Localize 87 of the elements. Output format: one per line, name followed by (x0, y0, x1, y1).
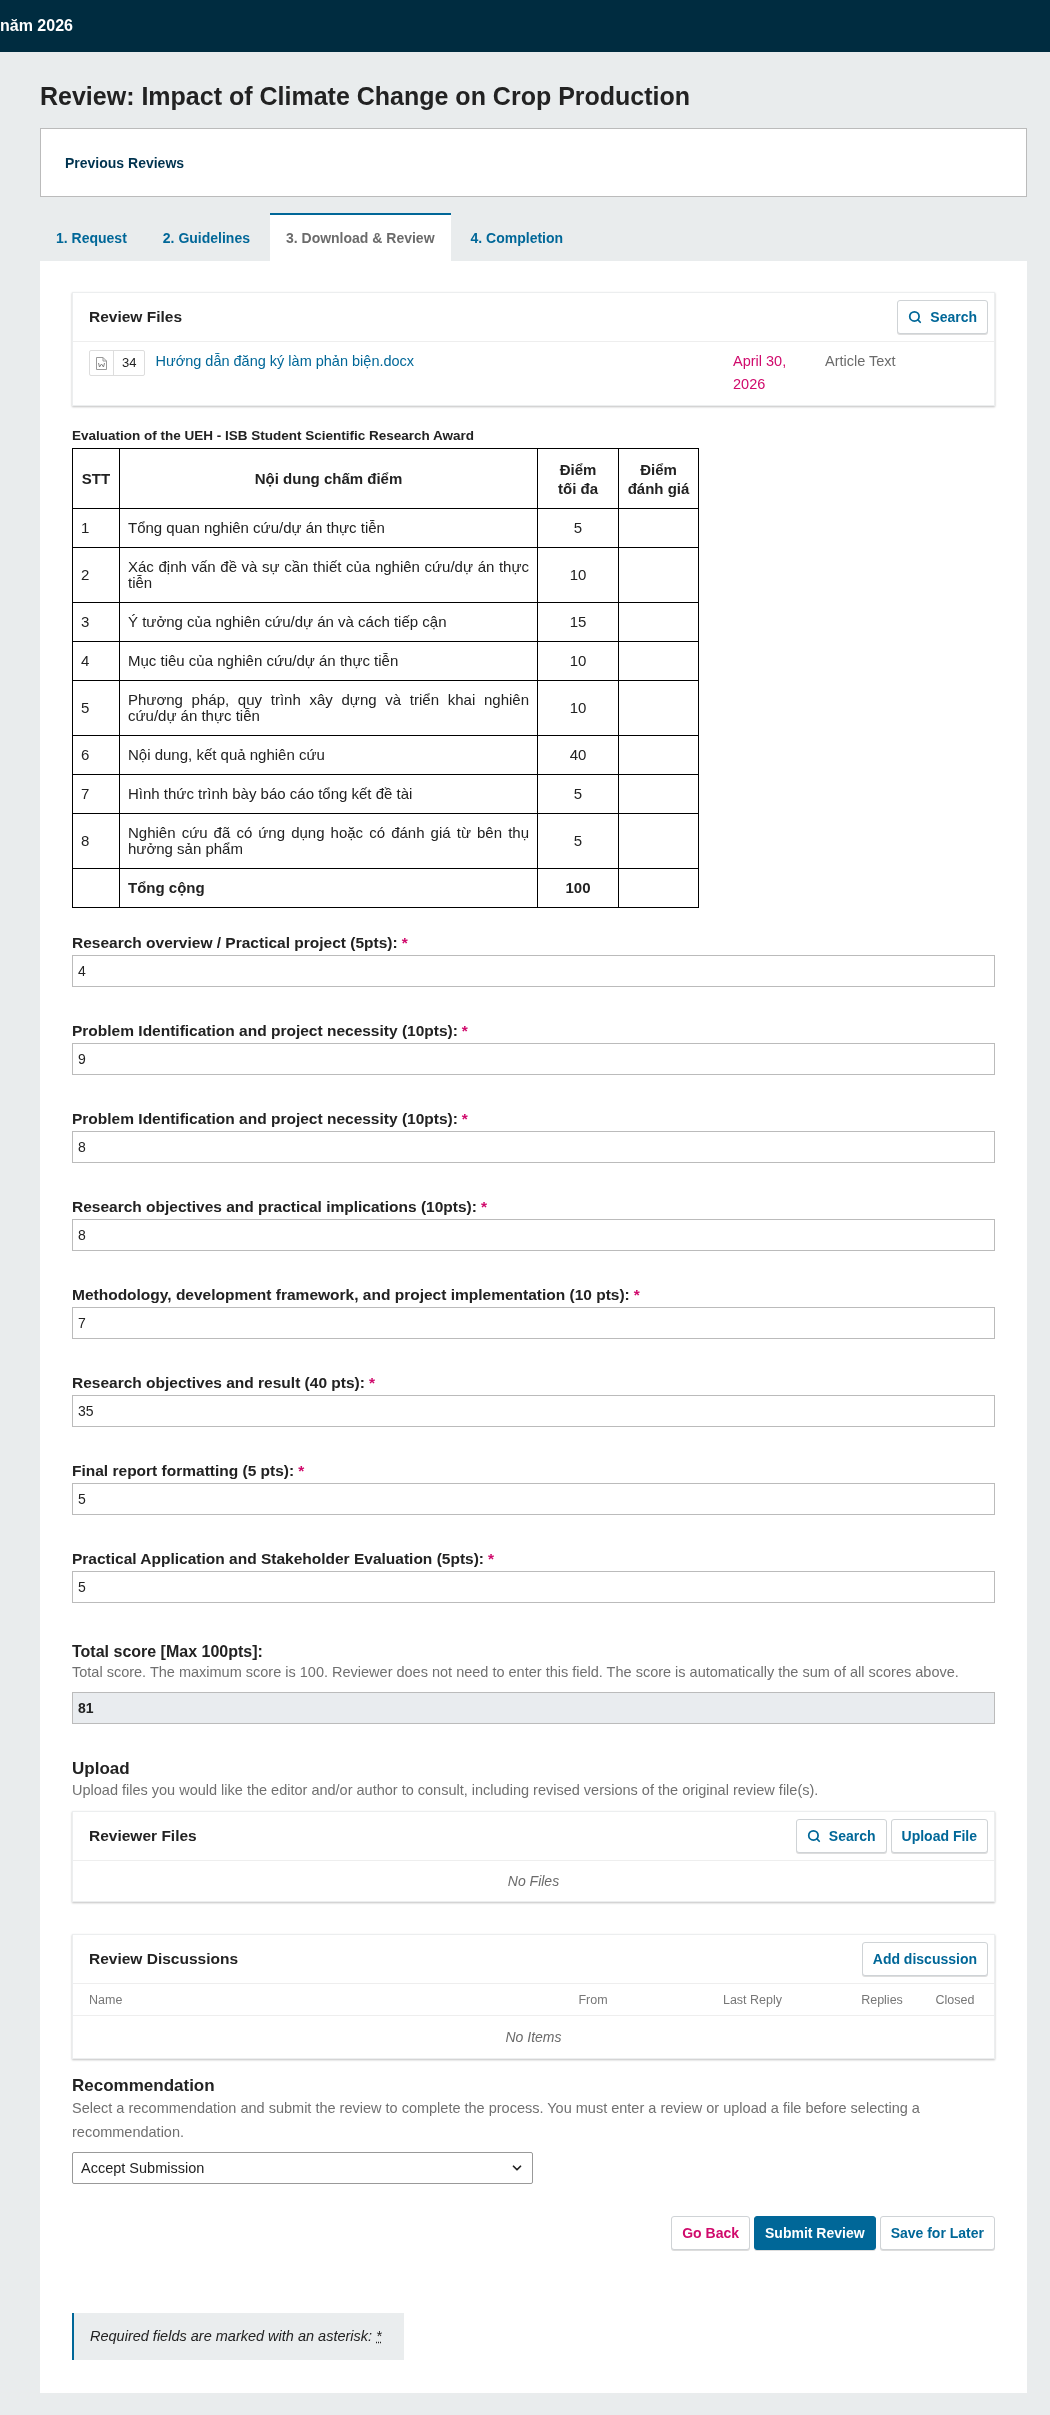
table-cell: 8 (72, 813, 120, 869)
column-header: Điểm tối đa (537, 448, 619, 509)
page-title: Review: Impact of Climate Change on Crop Production (40, 81, 692, 111)
table-cell: 5 (537, 774, 619, 814)
table-cell: 3 (72, 602, 120, 642)
table-cell: 100 (537, 868, 619, 908)
table-cell: Nội dung, kết quả nghiên cứu (119, 735, 538, 775)
card-title: Reviewer Files (89, 1827, 197, 1845)
save-button[interactable]: Save for Later (879, 2216, 995, 2250)
section-heading: Recommendation (72, 2076, 216, 2096)
table-cell: Tổng quan nghiên cứu/dự án thực tiễn (119, 508, 538, 548)
table-cell: Phương pháp, quy trình xây dựng và triển khai nghiên cứu/dự án thực tiễn (119, 680, 538, 736)
site-title: năm 2026 (0, 17, 73, 35)
score-input[interactable]: 5 (72, 1483, 995, 1515)
field-label: Practical Application and Stakeholder Evaluation (5pts): * (72, 1549, 496, 1569)
column-header: Nội dung chấm điểm (119, 448, 538, 509)
step-tab[interactable]: 4. Completion (454, 213, 580, 261)
column-header: Last Reply (721, 1992, 784, 2007)
score-input[interactable]: 9 (72, 1043, 995, 1075)
recommendation-select[interactable]: Accept Submission (72, 2152, 533, 2184)
file-type: Article Text (825, 352, 897, 371)
score-input[interactable]: 5 (72, 1571, 995, 1603)
back-button[interactable]: Go Back (671, 2216, 751, 2250)
field-label: Research overview / Practical project (5pts): * (72, 933, 409, 953)
table-cell: Tổng cộng (119, 868, 538, 908)
document-icon (96, 356, 107, 370)
table-cell: 7 (72, 774, 120, 814)
file-date: April 30, 2026 (733, 352, 788, 394)
submit-button[interactable]: Submit Review (754, 2216, 876, 2250)
table-cell: 15 (537, 602, 619, 642)
column-header: Name (89, 1992, 124, 2007)
field-label: Problem Identification and project necessity (10pts): * (72, 1021, 469, 1041)
table-cell: Xác định vấn đề và sự cần thiết của nghiên cứu/dự án thực tiễn (119, 547, 538, 603)
help-text: Upload files you would like the editor and/or author to consult, including revised versions of the original review file(s). (72, 1781, 820, 1800)
file-link[interactable]: Hướng dẫn đăng ký làm phản biện.docx (155, 350, 415, 373)
table-cell: 6 (72, 735, 120, 775)
score-input[interactable]: 8 (72, 1131, 995, 1163)
table-cell: Nghiên cứu đã có ứng dụng hoặc có đánh giá từ bên thụ hưởng sản phẩm (119, 813, 538, 869)
table-cell: Hình thức trình bày báo cáo tổng kết đề tài (119, 774, 538, 814)
card-title: Review Discussions (89, 1950, 239, 1968)
field-label: Research objectives and result (40 pts): * (72, 1373, 376, 1393)
score-input[interactable]: 8 (72, 1219, 995, 1251)
field-label: Research objectives and practical implications (10pts): * (72, 1197, 488, 1217)
search-button[interactable]: Search (897, 300, 988, 334)
add-discussion-button[interactable]: Add discussion (861, 1942, 988, 1976)
table-cell: 5 (537, 813, 619, 869)
column-header: From (577, 1992, 609, 2007)
table-cell: Ý tưởng của nghiên cứu/dự án và cách tiếp cận (119, 602, 538, 642)
table-cell: 10 (537, 680, 619, 736)
column-header: Closed (934, 1992, 976, 2007)
step-tab[interactable]: 2. Guidelines (146, 213, 266, 261)
help-text: Total score. The maximum score is 100. Reviewer does not need to enter this field. The score is automatically the sum of all scores above. (72, 1663, 960, 1682)
column-header: Điểm đánh giá (618, 448, 699, 509)
step-tab[interactable]: 1. Request (40, 213, 143, 261)
table-cell: 10 (537, 547, 619, 603)
section-heading: Upload (72, 1759, 131, 1779)
table-cell: 4 (72, 641, 120, 681)
step-tab[interactable]: 3. Download & Review (269, 213, 451, 261)
column-header: Replies (860, 1992, 904, 2007)
table-cell: Mục tiêu của nghiên cứu/dự án thực tiễn (119, 641, 538, 681)
card-title: Review Files (89, 308, 183, 326)
table-cell: 10 (537, 641, 619, 681)
field-label: Final report formatting (5 pts): * (72, 1461, 306, 1481)
file-id: 34 (121, 354, 138, 372)
table-cell: 40 (537, 735, 619, 775)
total-score-input[interactable]: 81 (72, 1692, 995, 1724)
empty-message: No Items (505, 2029, 562, 2045)
upload-button[interactable]: Upload File (890, 1819, 988, 1853)
table-cell: 2 (72, 547, 120, 603)
empty-message: No Files (507, 1873, 560, 1889)
field-label: Total score [Max 100pts]: (72, 1642, 264, 1662)
search-icon (908, 310, 923, 324)
required-fields-note: Required fields are marked with an asterisk: * (72, 2313, 404, 2360)
table-cell: 5 (72, 680, 120, 736)
search-icon (806, 1829, 821, 1843)
field-label: Methodology, development framework, and project implementation (10 pts): * (72, 1285, 641, 1305)
table-cell: 1 (72, 508, 120, 548)
table-caption: Evaluation of the UEH - ISB Student Scientific Research Award (72, 428, 476, 444)
field-label: Problem Identification and project necessity (10pts): * (72, 1109, 469, 1129)
score-input[interactable]: 7 (72, 1307, 995, 1339)
previous-reviews-link[interactable]: Previous Reviews (65, 154, 185, 171)
score-input[interactable]: 35 (72, 1395, 995, 1427)
score-input[interactable]: 4 (72, 955, 995, 987)
help-text: Select a recommendation and submit the review to complete the process. You must enter a review or upload a file before selecting a recommendation. (72, 2099, 921, 2142)
table-cell: 5 (537, 508, 619, 548)
column-header: STT (72, 448, 120, 509)
search-button[interactable]: Search (795, 1819, 887, 1853)
